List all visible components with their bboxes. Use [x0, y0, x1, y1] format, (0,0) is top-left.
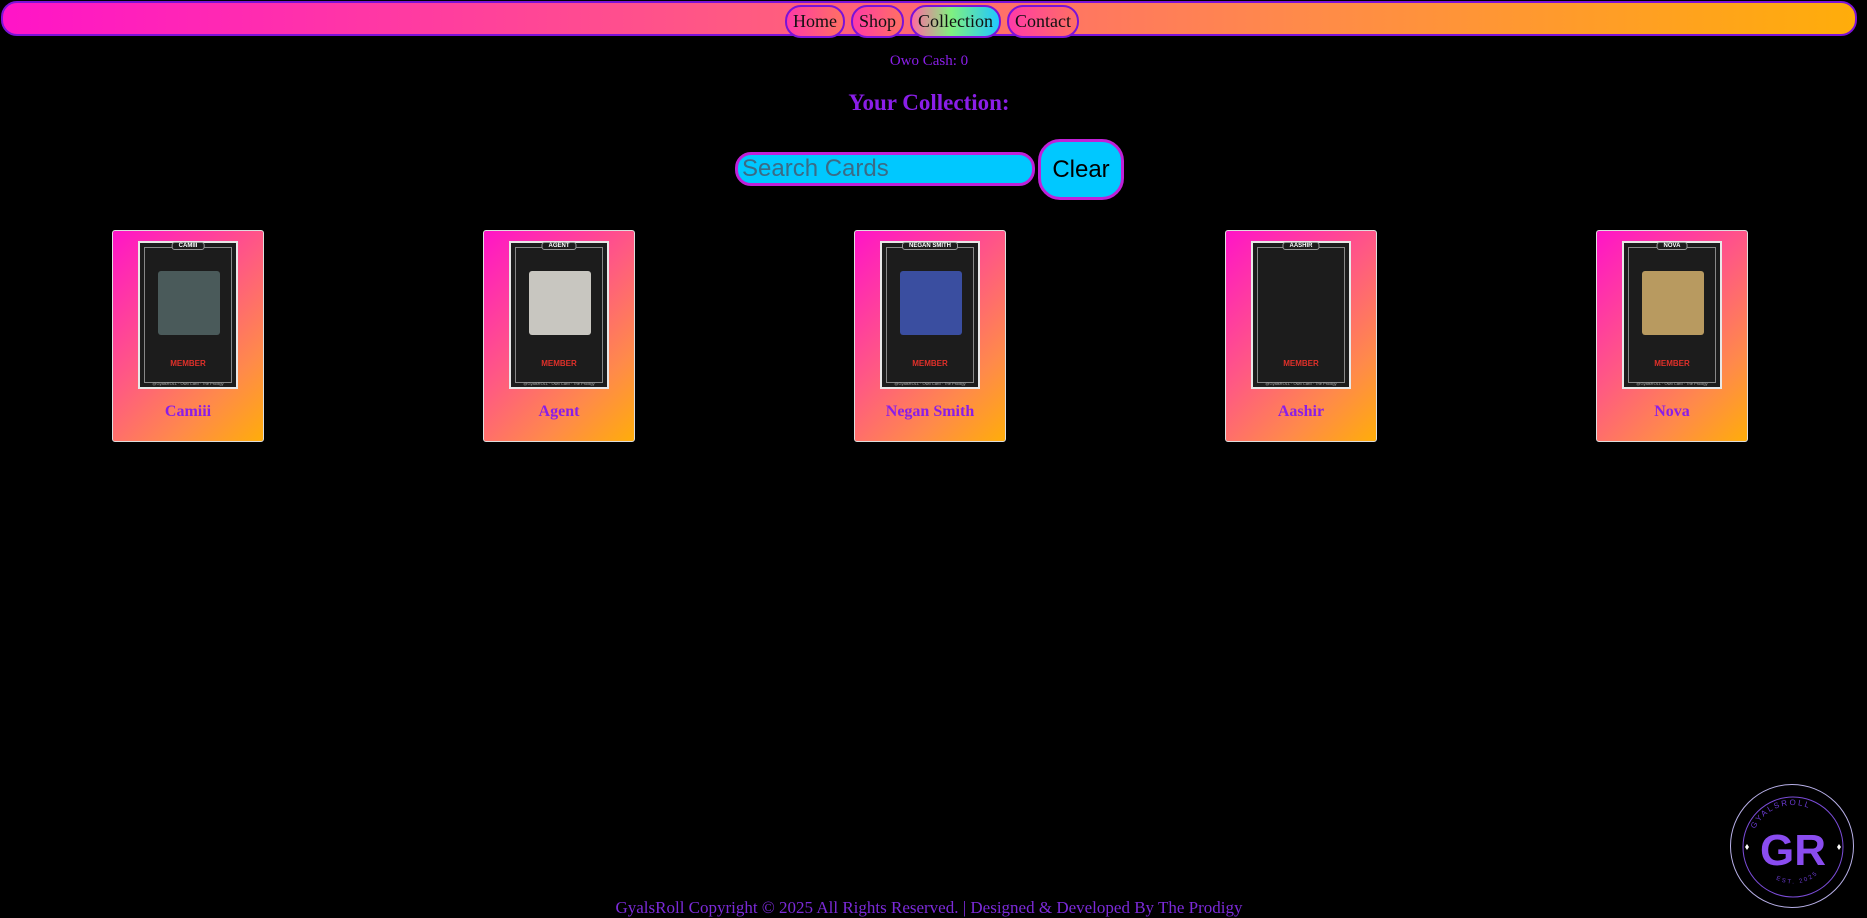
card-name: Nova	[1654, 403, 1690, 420]
card-art-title: AASHIR	[1282, 242, 1320, 250]
card-art-footer: @GyalsROLL · Owo Card · The Prodigy	[1265, 381, 1337, 386]
card-art-footer: @GyalsROLL · Owo Card · The Prodigy	[894, 381, 966, 386]
card-member-badge: MEMBER	[912, 359, 948, 368]
card-artwork: NEGAN SMITH MEMBER @GyalsROLL · Owo Card ·…	[880, 241, 980, 389]
nav-shop-link[interactable]: Shop	[851, 5, 905, 38]
card-art-title: NOVA	[1656, 242, 1688, 250]
card-art-footer: @GyalsROLL · Owo Card · The Prodigy	[152, 381, 224, 386]
nav-collection-link[interactable]: Collection	[910, 5, 1002, 38]
card-photo	[1642, 271, 1704, 335]
card-art-title: AGENT	[541, 242, 577, 250]
card-name: Camiii	[164, 403, 212, 420]
footer-copyright: GyalsRoll Copyright © 2025 All Rights Re…	[615, 898, 1243, 917]
top-navbar: Home Shop Collection Contact	[1, 1, 1857, 38]
card-member-badge: MEMBER	[170, 359, 206, 368]
nav-contact-link[interactable]: Contact	[1007, 5, 1080, 38]
card-art-title: NEGAN SMITH	[902, 242, 958, 250]
card-name: Agent	[538, 403, 580, 420]
owo-cash-balance: Owo Cash: 0	[889, 53, 969, 69]
card-name: Aashir	[1277, 403, 1325, 420]
collection-card[interactable]: CAMIII MEMBER @GyalsROLL · Owo Card · The …	[112, 230, 264, 442]
card-photo	[1271, 271, 1333, 335]
card-member-badge: MEMBER	[541, 359, 577, 368]
card-artwork: AGENT MEMBER @GyalsROLL · Owo Card · The P…	[509, 241, 609, 389]
card-photo	[158, 271, 220, 335]
nav-links: Home Shop Collection Contact	[785, 5, 1080, 38]
card-photo	[900, 271, 962, 335]
clear-button[interactable]: Clear	[1038, 139, 1124, 200]
collection-card[interactable]: AGENT MEMBER @GyalsROLL · Owo Card · The P…	[483, 230, 635, 442]
logo-graphic: GYALSROLL EST. 2025 GR	[1742, 796, 1844, 898]
card-member-badge: MEMBER	[1283, 359, 1319, 368]
card-artwork: AASHIR MEMBER @GyalsROLL · Owo Card · The …	[1251, 241, 1351, 389]
page-title: Your Collection:	[848, 90, 1010, 115]
logo-monogram: GR	[1760, 826, 1826, 875]
card-art-title: CAMIII	[171, 242, 205, 250]
nav-home-link[interactable]: Home	[785, 5, 845, 38]
card-artwork: NOVA MEMBER @GyalsROLL · Owo Card · The Pr…	[1622, 241, 1722, 389]
card-photo	[529, 271, 591, 335]
collection-card[interactable]: NEGAN SMITH MEMBER @GyalsROLL · Owo Card ·…	[854, 230, 1006, 442]
collection-card[interactable]: AASHIR MEMBER @GyalsROLL · Owo Card · The …	[1225, 230, 1377, 442]
gyalsroll-logo: GYALSROLL EST. 2025 GR	[1730, 784, 1854, 908]
card-artwork: CAMIII MEMBER @GyalsROLL · Owo Card · The …	[138, 241, 238, 389]
card-art-footer: @GyalsROLL · Owo Card · The Prodigy	[1636, 381, 1708, 386]
card-art-footer: @GyalsROLL · Owo Card · The Prodigy	[523, 381, 595, 386]
card-name: Negan Smith	[885, 403, 975, 420]
card-member-badge: MEMBER	[1654, 359, 1690, 368]
collection-card[interactable]: NOVA MEMBER @GyalsROLL · Owo Card · The Pr…	[1596, 230, 1748, 442]
search-cards-input[interactable]	[735, 152, 1035, 186]
